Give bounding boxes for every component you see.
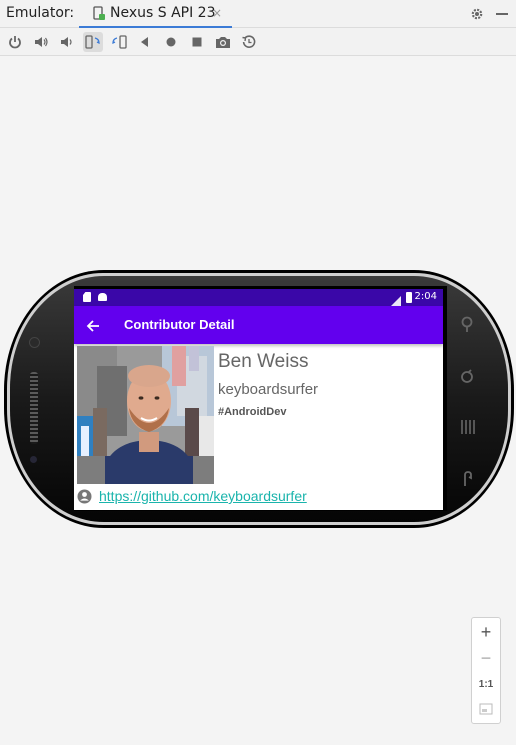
camera-icon[interactable]: [213, 32, 233, 52]
emulator-title: Emulator:: [6, 5, 75, 21]
status-bar: 2:04: [74, 289, 443, 307]
overview-icon[interactable]: [187, 32, 207, 52]
android-icon: [98, 293, 107, 301]
minimize-icon[interactable]: [496, 6, 508, 25]
rotate-right-icon[interactable]: [109, 32, 129, 52]
front-camera: [29, 337, 40, 348]
proximity-sensor: [30, 456, 37, 463]
sd-card-icon: [83, 292, 91, 302]
gear-icon[interactable]: [470, 6, 484, 25]
emulator-toolbar: [0, 28, 516, 56]
snapshot-icon[interactable]: [239, 32, 259, 52]
back-arrow-icon[interactable]: [86, 318, 100, 337]
contributor-avatar: [77, 346, 214, 484]
device-screen: 2:04 Contributor Detail Ben Weiss keyboa…: [74, 289, 443, 510]
contributor-tag: #AndroidDev: [218, 406, 287, 418]
app-bar: Contributor Detail: [74, 306, 443, 344]
rotate-left-icon[interactable]: [83, 32, 103, 52]
zoom-controls: + − 1:1: [471, 617, 501, 724]
volume-up-icon[interactable]: [31, 32, 51, 52]
zoom-out-button[interactable]: −: [472, 648, 500, 669]
emulator-tab-bar: Emulator: Nexus S API 23 ×: [0, 0, 516, 28]
status-time: 2:04: [414, 291, 437, 302]
back-icon[interactable]: [135, 32, 155, 52]
power-icon[interactable]: [5, 32, 25, 52]
device-tab-label: Nexus S API 23: [110, 5, 216, 21]
profile-link[interactable]: https://github.com/keyboardsurfer: [99, 488, 307, 504]
home-icon[interactable]: [161, 32, 181, 52]
battery-icon: [406, 292, 412, 303]
fit-screen-icon[interactable]: [472, 702, 500, 720]
app-bar-title: Contributor Detail: [124, 317, 235, 332]
search-key-icon[interactable]: [458, 315, 476, 337]
speaker-grille: [30, 372, 38, 444]
contributor-login: keyboardsurfer: [218, 381, 319, 398]
menu-key-icon[interactable]: [458, 418, 476, 440]
account-circle-icon: [77, 489, 92, 508]
close-tab-icon[interactable]: ×: [212, 6, 222, 20]
back-key-icon[interactable]: [458, 470, 476, 492]
zoom-actual-size-button[interactable]: 1:1: [472, 679, 500, 690]
zoom-in-button[interactable]: +: [472, 622, 500, 643]
home-key-icon[interactable]: [458, 367, 476, 389]
device-tab[interactable]: Nexus S API 23 ×: [79, 0, 232, 28]
contributor-name: Ben Weiss: [218, 351, 309, 372]
device-icon: [92, 6, 106, 25]
volume-down-icon[interactable]: [57, 32, 77, 52]
